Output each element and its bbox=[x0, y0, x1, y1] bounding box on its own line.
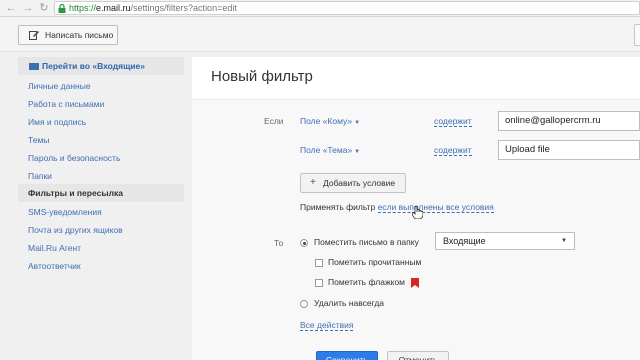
page-title: Новый фильтр bbox=[211, 68, 313, 85]
sidebar-item-filters[interactable]: Фильтры и пересылка bbox=[18, 184, 184, 202]
address-bar[interactable]: https://e.mail.ru/settings/filters?actio… bbox=[54, 1, 640, 15]
move-to-folder-radio[interactable] bbox=[300, 239, 308, 247]
move-to-folder-label: Поместить письмо в папку bbox=[314, 237, 419, 247]
pencil-icon bbox=[29, 31, 39, 40]
add-condition-button[interactable]: + Добавить условие bbox=[300, 173, 406, 193]
if-label: Если bbox=[264, 116, 284, 126]
caret-down-icon: ▼ bbox=[354, 149, 361, 155]
sidebar-item-other-mailboxes[interactable]: Почта из других ящиков bbox=[18, 221, 184, 239]
compose-button[interactable]: Написать письмо bbox=[18, 25, 118, 45]
condition-value-input[interactable]: online@gallopercrm.ru bbox=[498, 111, 640, 131]
mark-flag-label: Пометить флажком bbox=[328, 277, 406, 287]
all-actions-link[interactable]: Все действия bbox=[300, 320, 354, 331]
reload-icon[interactable]: ↻ bbox=[37, 1, 51, 15]
apply-condition-link[interactable]: если выполнены все условия bbox=[377, 202, 494, 213]
delete-forever-radio[interactable] bbox=[300, 300, 308, 308]
condition-operator-dropdown[interactable]: содержит bbox=[434, 145, 472, 156]
cancel-button[interactable]: Отменить bbox=[387, 351, 449, 360]
sidebar-item-mail-work[interactable]: Работа с письмами bbox=[18, 95, 184, 113]
sidebar-item-themes[interactable]: Темы bbox=[18, 131, 184, 149]
hand-cursor-icon bbox=[412, 206, 423, 219]
caret-down-icon: ▼ bbox=[561, 238, 567, 244]
go-to-inbox-link[interactable]: Перейти во «Входящие» bbox=[18, 57, 184, 75]
lock-icon bbox=[58, 4, 66, 13]
condition-field-dropdown[interactable]: Поле «Кому» ▼ bbox=[300, 116, 360, 126]
arrow-left-icon[interactable]: ← bbox=[4, 1, 18, 15]
browser-toolbar: ← → ↻ https://e.mail.ru/settings/filters… bbox=[0, 0, 640, 17]
condition-field-dropdown[interactable]: Поле «Тема» ▼ bbox=[300, 145, 360, 155]
save-button[interactable]: Сохранить bbox=[316, 351, 378, 360]
plus-icon: + bbox=[310, 177, 316, 188]
sidebar-item-autoreply[interactable]: Автоответчик bbox=[18, 257, 184, 275]
sidebar-item-security[interactable]: Пароль и безопасность bbox=[18, 149, 184, 167]
apply-rule-text: Применять фильтр если выполнены все усло… bbox=[300, 202, 494, 213]
condition-operator-dropdown[interactable]: содержит bbox=[434, 116, 472, 127]
mark-read-label: Пометить прочитанным bbox=[328, 257, 422, 267]
then-label: То bbox=[274, 238, 284, 248]
filter-header: Новый фильтр bbox=[192, 57, 640, 99]
sidebar-item-sms[interactable]: SMS-уведомления bbox=[18, 203, 184, 221]
condition-value-input[interactable]: Upload file bbox=[498, 140, 640, 160]
sidebar-item-folders[interactable]: Папки bbox=[18, 167, 184, 185]
filter-editor: Новый фильтр Если Поле «Кому» ▼ содержит … bbox=[192, 57, 640, 360]
compose-label: Написать письмо bbox=[45, 30, 114, 40]
url-text: https://e.mail.ru/settings/filters?actio… bbox=[69, 3, 237, 13]
settings-sidebar: Перейти во «Входящие» Личные данные Рабо… bbox=[18, 57, 184, 347]
delete-forever-label: Удалить навсегда bbox=[314, 298, 385, 308]
mark-read-checkbox[interactable] bbox=[315, 259, 323, 267]
flag-icon bbox=[411, 278, 419, 288]
sidebar-item-agent[interactable]: Mail.Ru Агент bbox=[18, 239, 184, 257]
sidebar-item-personal[interactable]: Личные данные bbox=[18, 77, 184, 95]
arrow-right-icon[interactable]: → bbox=[21, 1, 35, 15]
envelope-icon bbox=[29, 63, 39, 70]
sidebar-item-name-signature[interactable]: Имя и подпись bbox=[18, 113, 184, 131]
toolbar-right-button[interactable] bbox=[634, 24, 640, 46]
mail-toolbar: Написать письмо bbox=[0, 18, 640, 52]
filter-form: Если Поле «Кому» ▼ содержит online@gallop… bbox=[192, 99, 640, 360]
caret-down-icon: ▼ bbox=[354, 120, 361, 126]
folder-select[interactable]: Входящие ▼ bbox=[435, 232, 575, 250]
mark-flag-checkbox[interactable] bbox=[315, 279, 323, 287]
